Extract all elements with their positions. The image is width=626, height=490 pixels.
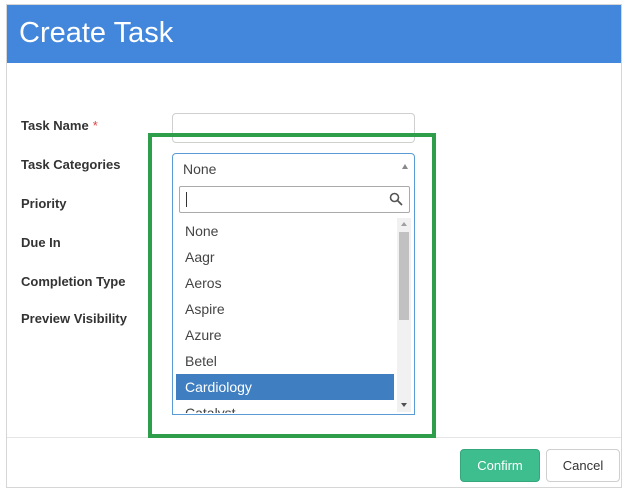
- task-categories-select[interactable]: None: [172, 153, 415, 183]
- scroll-up-arrow-icon[interactable]: [401, 222, 407, 226]
- category-option-betel[interactable]: Betel: [176, 348, 394, 374]
- category-option-aagr[interactable]: Aagr: [176, 244, 394, 270]
- chevron-up-icon: [402, 164, 408, 169]
- confirm-button[interactable]: Confirm: [460, 449, 540, 482]
- preview-visibility-label: Preview Visibility: [21, 311, 127, 326]
- text-cursor: [186, 192, 187, 207]
- category-option-catalyst[interactable]: Catalyst: [176, 400, 394, 413]
- category-option-aspire[interactable]: Aspire: [176, 296, 394, 322]
- category-option-none[interactable]: None: [176, 218, 394, 244]
- due-in-label: Due In: [21, 235, 61, 250]
- category-options-list: None Aagr Aeros Aspire Azure Betel Cardi…: [176, 218, 394, 413]
- search-icon: [389, 192, 403, 206]
- task-categories-label: Task Categories: [21, 157, 121, 172]
- priority-label: Priority: [21, 196, 67, 211]
- selected-category-value: None: [183, 161, 217, 177]
- scroll-down-arrow-icon[interactable]: [401, 403, 407, 407]
- category-option-cardiology[interactable]: Cardiology: [176, 374, 394, 400]
- create-task-dialog: Create Task Task Name * Task Categories P…: [6, 4, 622, 488]
- scrollbar-thumb[interactable]: [399, 232, 409, 320]
- category-search-input[interactable]: [179, 186, 410, 213]
- completion-type-label: Completion Type: [21, 274, 126, 289]
- category-option-azure[interactable]: Azure: [176, 322, 394, 348]
- category-option-aeros[interactable]: Aeros: [176, 270, 394, 296]
- cancel-button[interactable]: Cancel: [546, 449, 620, 482]
- category-dropdown: None Aagr Aeros Aspire Azure Betel Cardi…: [172, 182, 415, 415]
- dropdown-scrollbar[interactable]: [397, 218, 411, 412]
- required-marker: *: [92, 118, 98, 133]
- task-name-label: Task Name *: [21, 118, 98, 133]
- task-name-input[interactable]: [172, 113, 415, 143]
- footer-divider: [7, 437, 621, 438]
- dialog-title: Create Task: [19, 17, 174, 49]
- dialog-header: Create Task: [7, 5, 621, 63]
